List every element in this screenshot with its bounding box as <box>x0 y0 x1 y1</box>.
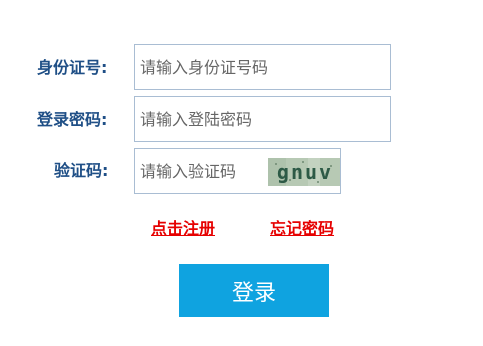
captcha-field: gnuv <box>134 148 341 194</box>
login-button[interactable]: 登录 <box>179 264 329 317</box>
captcha-input[interactable] <box>135 149 263 193</box>
forgot-password-link[interactable]: 忘记密码 <box>270 219 334 239</box>
captcha-image-text: gnuv <box>276 160 334 184</box>
captcha-label: 验证码: <box>54 161 109 180</box>
password-label: 登录密码: <box>37 110 108 129</box>
id-number-label: 身份证号: <box>37 58 108 77</box>
id-number-input[interactable] <box>134 44 391 90</box>
password-input[interactable] <box>134 96 391 142</box>
captcha-image[interactable]: gnuv <box>268 158 340 186</box>
register-link[interactable]: 点击注册 <box>151 219 215 239</box>
